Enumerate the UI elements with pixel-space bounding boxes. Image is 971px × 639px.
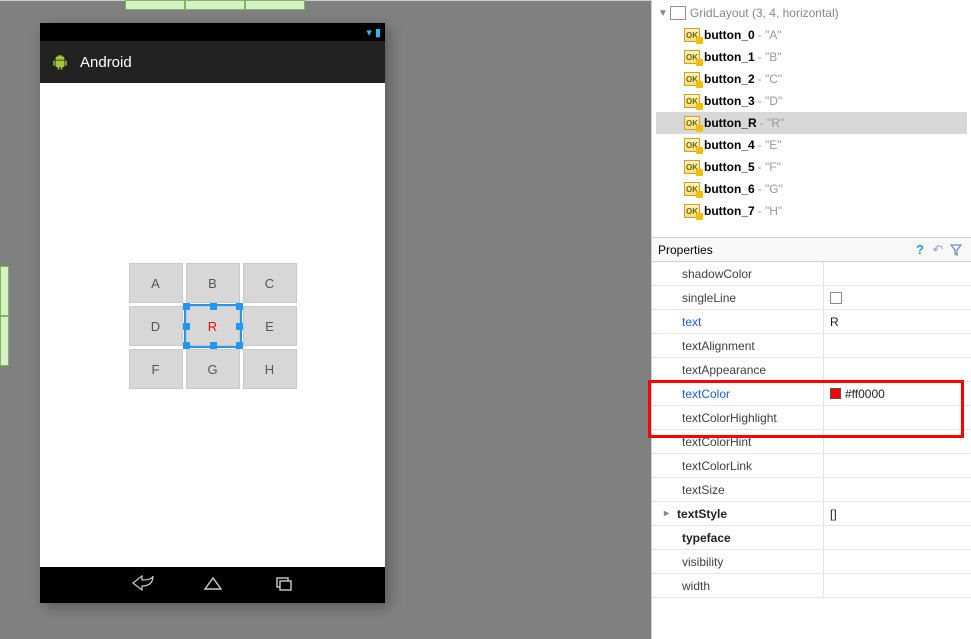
- app-bar: Android: [40, 41, 385, 83]
- grid-button-D[interactable]: D: [129, 306, 183, 346]
- color-swatch: [830, 388, 841, 399]
- prop-value[interactable]: []: [824, 507, 971, 521]
- prop-label: textAppearance: [682, 363, 766, 377]
- prop-row-width[interactable]: width: [652, 574, 971, 598]
- device-frame: ▾ ▮ Android ABC DRE FGH: [40, 23, 385, 603]
- button-widget-icon: OK: [684, 94, 700, 108]
- back-icon[interactable]: [132, 575, 154, 596]
- undo-icon[interactable]: ↶: [929, 241, 947, 259]
- filter-icon[interactable]: [947, 241, 965, 259]
- grid-button-G[interactable]: G: [186, 349, 240, 389]
- grid-button-R[interactable]: R: [186, 306, 240, 346]
- home-icon[interactable]: [202, 575, 224, 596]
- properties-title: Properties: [658, 243, 911, 257]
- button-widget-icon: OK: [684, 204, 700, 218]
- tree-item-button_2[interactable]: OKbutton_2 - "C": [656, 68, 967, 90]
- prop-value[interactable]: [824, 292, 971, 304]
- prop-row-textSize[interactable]: textSize: [652, 478, 971, 502]
- tree-root[interactable]: ▼ GridLayout (3, 4, horizontal): [656, 2, 967, 24]
- grid-layout-icon: [670, 6, 686, 20]
- prop-row-textColor[interactable]: textColor #ff0000: [652, 382, 971, 406]
- properties-header: Properties ? ↶: [652, 238, 971, 262]
- wifi-icon: ▾: [366, 26, 372, 39]
- checkbox[interactable]: [830, 292, 842, 304]
- prop-row-textAlignment[interactable]: textAlignment: [652, 334, 971, 358]
- prop-row-textColorHint[interactable]: textColorHint: [652, 430, 971, 454]
- grid-button-C[interactable]: C: [243, 263, 297, 303]
- button-widget-icon: OK: [684, 28, 700, 42]
- prop-label: textColorHint: [682, 435, 751, 449]
- grid-button-H[interactable]: H: [243, 349, 297, 389]
- component-tree[interactable]: ▼ GridLayout (3, 4, horizontal) OKbutton…: [652, 0, 971, 238]
- palette-left-strip: [0, 266, 9, 366]
- help-icon[interactable]: ?: [911, 241, 929, 259]
- prop-label: visibility: [682, 555, 723, 569]
- properties-table[interactable]: shadowColor singleLine text RtextAlignment t…: [652, 262, 971, 639]
- button-widget-icon: OK: [684, 72, 700, 86]
- tree-item-button_6[interactable]: OKbutton_6 - "G": [656, 178, 967, 200]
- expand-icon[interactable]: ▼: [658, 8, 668, 19]
- button-grid: ABC DRE FGH: [129, 263, 297, 389]
- tree-item-button_7[interactable]: OKbutton_7 - "H": [656, 200, 967, 222]
- app-title: Android: [80, 54, 132, 71]
- prop-label: textAlignment: [682, 339, 755, 353]
- palette-top-strip: [125, 0, 305, 10]
- device-screen[interactable]: ABC DRE FGH: [40, 83, 385, 567]
- button-widget-icon: OK: [684, 138, 700, 152]
- tree-root-label: GridLayout (3, 4, horizontal): [690, 6, 839, 20]
- grid-button-E[interactable]: E: [243, 306, 297, 346]
- prop-row-textColorHighlight[interactable]: textColorHighlight: [652, 406, 971, 430]
- prop-row-shadowColor[interactable]: shadowColor: [652, 262, 971, 286]
- button-widget-icon: OK: [684, 50, 700, 64]
- prop-label: textColor: [682, 387, 730, 401]
- prop-row-text[interactable]: text R: [652, 310, 971, 334]
- status-bar: ▾ ▮: [40, 23, 385, 41]
- prop-label: typeface: [682, 531, 731, 545]
- grid-button-B[interactable]: B: [186, 263, 240, 303]
- recents-icon[interactable]: [272, 575, 294, 596]
- prop-label: text: [682, 315, 701, 329]
- tree-item-button_4[interactable]: OKbutton_4 - "E": [656, 134, 967, 156]
- side-panel: ▼ GridLayout (3, 4, horizontal) OKbutton…: [651, 0, 971, 639]
- tree-item-button_3[interactable]: OKbutton_3 - "D": [656, 90, 967, 112]
- nav-bar: [40, 567, 385, 603]
- button-widget-icon: OK: [684, 160, 700, 174]
- prop-value[interactable]: #ff0000: [824, 387, 971, 401]
- prop-label: shadowColor: [682, 267, 752, 281]
- tree-item-button_0[interactable]: OKbutton_0 - "A": [656, 24, 967, 46]
- android-icon: [50, 52, 70, 72]
- grid-button-A[interactable]: A: [129, 263, 183, 303]
- button-widget-icon: OK: [684, 116, 700, 130]
- prop-label: singleLine: [682, 291, 736, 305]
- prop-label: width: [682, 579, 710, 593]
- expand-arrow-icon[interactable]: ▸: [664, 508, 669, 519]
- tree-item-button_1[interactable]: OKbutton_1 - "B": [656, 46, 967, 68]
- tree-item-button_R[interactable]: OKbutton_R - "R": [656, 112, 967, 134]
- prop-label: textStyle: [677, 507, 727, 521]
- button-widget-icon: OK: [684, 182, 700, 196]
- prop-row-visibility[interactable]: visibility: [652, 550, 971, 574]
- design-canvas[interactable]: ▾ ▮ Android ABC DRE FGH: [0, 0, 651, 639]
- prop-label: textColorLink: [682, 459, 752, 473]
- prop-row-singleLine[interactable]: singleLine: [652, 286, 971, 310]
- battery-icon: ▮: [375, 26, 381, 39]
- prop-row-textColorLink[interactable]: textColorLink: [652, 454, 971, 478]
- grid-button-F[interactable]: F: [129, 349, 183, 389]
- prop-value[interactable]: R: [824, 315, 971, 329]
- prop-label: textSize: [682, 483, 725, 497]
- prop-row-typeface[interactable]: typeface: [652, 526, 971, 550]
- prop-label: textColorHighlight: [682, 411, 777, 425]
- prop-row-textAppearance[interactable]: textAppearance: [652, 358, 971, 382]
- prop-row-textStyle[interactable]: ▸ textStyle []: [652, 502, 971, 526]
- main-layout: ▾ ▮ Android ABCDREFGH: [0, 0, 971, 639]
- tree-item-button_5[interactable]: OKbutton_5 - "F": [656, 156, 967, 178]
